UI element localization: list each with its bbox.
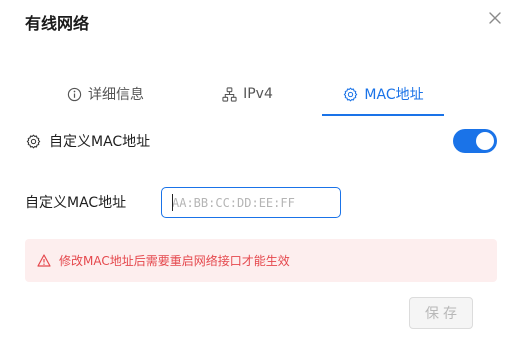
gear-icon xyxy=(25,133,41,149)
network-dialog: 有线网络 详细信息 IPv4 MAC地址 自定义MAC地址 自定义MAC地址 A… xyxy=(0,0,521,346)
warning-icon xyxy=(37,254,51,268)
custom-mac-row: 自定义MAC地址 xyxy=(25,128,497,154)
info-icon xyxy=(66,86,82,102)
warning-banner: 修改MAC地址后需要重启网络接口才能生效 xyxy=(25,239,497,282)
tab-mac-address[interactable]: MAC地址 xyxy=(322,73,444,115)
tab-details[interactable]: 详细信息 xyxy=(60,73,150,115)
text-cursor xyxy=(172,194,173,211)
tab-ipv4-label: IPv4 xyxy=(243,86,273,102)
warning-text: 修改MAC地址后需要重启网络接口才能生效 xyxy=(59,254,290,268)
tab-mac-address-label: MAC地址 xyxy=(364,87,424,103)
mac-field-label: 自定义MAC地址 xyxy=(25,195,127,211)
custom-mac-toggle[interactable] xyxy=(453,129,497,153)
tab-ipv4[interactable]: IPv4 xyxy=(212,73,282,115)
tab-details-label: 详细信息 xyxy=(88,87,144,103)
close-icon xyxy=(489,12,501,24)
custom-mac-toggle-label-group: 自定义MAC地址 xyxy=(25,128,150,154)
dialog-title: 有线网络 xyxy=(25,14,90,33)
mac-address-input[interactable] xyxy=(161,187,341,218)
network-icon xyxy=(221,86,237,102)
save-button[interactable]: 保存 xyxy=(409,297,473,329)
active-tab-indicator xyxy=(322,114,444,116)
close-button[interactable] xyxy=(485,8,505,28)
gear-icon xyxy=(342,86,358,102)
custom-mac-toggle-label: 自定义MAC地址 xyxy=(49,134,151,150)
toggle-knob xyxy=(476,132,494,150)
tab-bar: 详细信息 IPv4 MAC地址 xyxy=(0,73,521,117)
